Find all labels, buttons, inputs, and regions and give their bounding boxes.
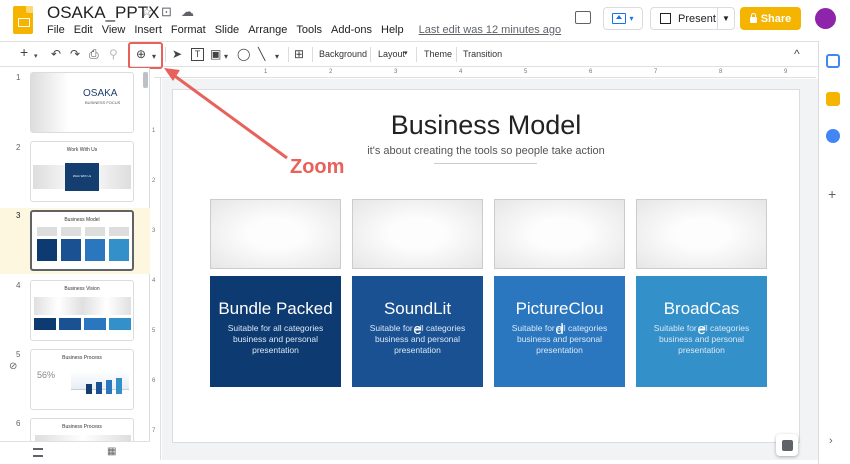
zoom-annotation-label: Zoom xyxy=(290,156,345,178)
add-addon-icon[interactable]: + xyxy=(828,186,836,202)
calendar-icon[interactable] xyxy=(826,54,840,68)
slides-editor: OSAKA_PPTX ☆ ⊡ ☁ File Edit View Insert F… xyxy=(0,0,850,464)
keep-icon[interactable] xyxy=(826,92,840,106)
tasks-icon[interactable] xyxy=(826,129,840,143)
chevron-right-icon[interactable]: › xyxy=(829,435,833,447)
annotation-arrow xyxy=(164,68,288,160)
side-panel: + › xyxy=(818,41,850,464)
